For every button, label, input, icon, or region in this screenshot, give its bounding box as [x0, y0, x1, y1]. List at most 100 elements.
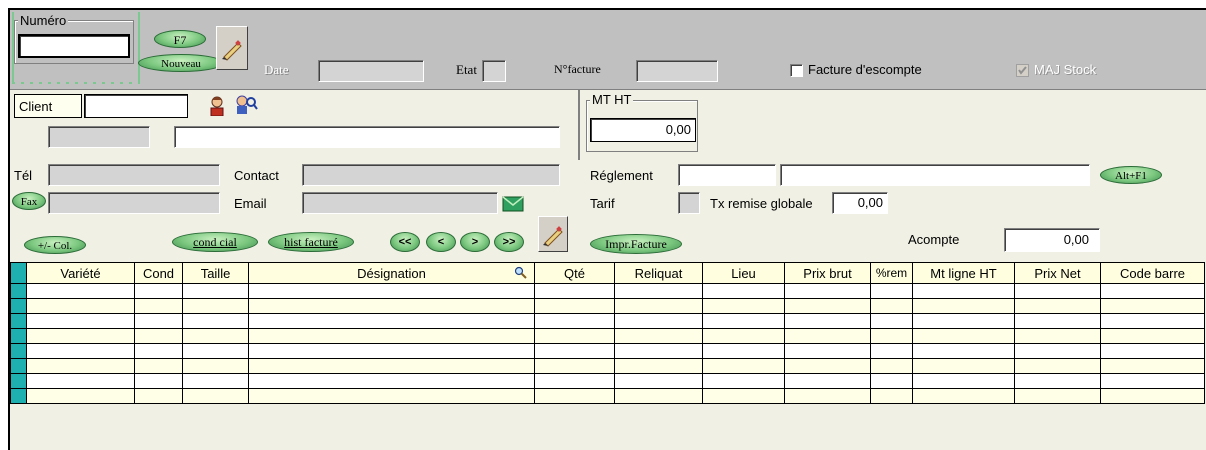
table-row[interactable]: [10, 328, 1205, 344]
column-header-code-barre[interactable]: Code barre: [1100, 262, 1205, 284]
edit-lines-button[interactable]: [538, 216, 568, 252]
table-cell[interactable]: [614, 298, 703, 314]
table-cell[interactable]: [534, 373, 615, 389]
table-cell[interactable]: [702, 328, 785, 344]
column-header-qte[interactable]: Qté: [534, 262, 615, 284]
table-cell[interactable]: [248, 388, 535, 404]
row-selector[interactable]: [10, 298, 27, 314]
table-cell[interactable]: [26, 283, 135, 299]
impr-facture-button[interactable]: Impr.Facture: [590, 234, 682, 254]
maj-stock-checkbox[interactable]: [1016, 64, 1029, 77]
table-cell[interactable]: [912, 388, 1015, 404]
table-cell[interactable]: [182, 298, 249, 314]
table-cell[interactable]: [870, 388, 913, 404]
envelope-icon[interactable]: [502, 196, 524, 212]
column-header-designation[interactable]: Désignation: [248, 262, 535, 284]
column-header-cond[interactable]: Cond: [134, 262, 183, 284]
hist-facture-button[interactable]: hist facturé: [268, 232, 354, 252]
etat-field[interactable]: [482, 60, 506, 82]
table-cell[interactable]: [134, 358, 183, 374]
f7-button[interactable]: F7: [154, 30, 206, 48]
table-cell[interactable]: [1014, 343, 1101, 359]
table-cell[interactable]: [534, 298, 615, 314]
table-cell[interactable]: [702, 343, 785, 359]
table-cell[interactable]: [1100, 328, 1205, 344]
row-selector[interactable]: [10, 388, 27, 404]
table-cell[interactable]: [1014, 373, 1101, 389]
table-cell[interactable]: [26, 328, 135, 344]
table-cell[interactable]: [784, 313, 871, 329]
table-cell[interactable]: [26, 373, 135, 389]
client-input[interactable]: [84, 94, 188, 118]
table-cell[interactable]: [534, 388, 615, 404]
column-header-lieu[interactable]: Lieu: [702, 262, 785, 284]
table-row[interactable]: [10, 298, 1205, 314]
table-cell[interactable]: [1014, 388, 1101, 404]
search-icon[interactable]: [514, 266, 528, 280]
table-cell[interactable]: [1014, 328, 1101, 344]
table-row[interactable]: [10, 388, 1205, 404]
table-row[interactable]: [10, 373, 1205, 389]
email-input[interactable]: [302, 192, 498, 214]
table-cell[interactable]: [614, 373, 703, 389]
table-cell[interactable]: [614, 313, 703, 329]
column-header-rem[interactable]: %rem: [870, 262, 913, 284]
table-cell[interactable]: [248, 373, 535, 389]
table-row[interactable]: [10, 313, 1205, 329]
table-cell[interactable]: [134, 283, 183, 299]
table-cell[interactable]: [182, 358, 249, 374]
table-cell[interactable]: [912, 313, 1015, 329]
table-cell[interactable]: [1100, 283, 1205, 299]
table-cell[interactable]: [870, 298, 913, 314]
table-cell[interactable]: [534, 328, 615, 344]
table-cell[interactable]: [784, 298, 871, 314]
table-cell[interactable]: [182, 343, 249, 359]
table-cell[interactable]: [784, 388, 871, 404]
client-code-input[interactable]: [48, 126, 150, 148]
table-cell[interactable]: [1100, 298, 1205, 314]
toggle-columns-button[interactable]: +/- Col.: [24, 236, 86, 254]
client-search-icon[interactable]: [234, 94, 258, 116]
table-cell[interactable]: [1100, 373, 1205, 389]
table-cell[interactable]: [534, 313, 615, 329]
table-row[interactable]: [10, 283, 1205, 299]
table-cell[interactable]: [912, 358, 1015, 374]
table-cell[interactable]: [702, 313, 785, 329]
table-cell[interactable]: [1014, 313, 1101, 329]
row-selector[interactable]: [10, 358, 27, 374]
table-cell[interactable]: [26, 343, 135, 359]
row-selector[interactable]: [10, 373, 27, 389]
table-cell[interactable]: [912, 343, 1015, 359]
table-cell[interactable]: [614, 388, 703, 404]
table-cell[interactable]: [614, 328, 703, 344]
table-cell[interactable]: [182, 373, 249, 389]
date-input[interactable]: [318, 60, 424, 82]
column-header-taille[interactable]: Taille: [182, 262, 249, 284]
table-cell[interactable]: [912, 373, 1015, 389]
row-selector-header[interactable]: [10, 262, 27, 284]
table-cell[interactable]: [912, 298, 1015, 314]
row-selector[interactable]: [10, 313, 27, 329]
client-person-icon[interactable]: [206, 94, 228, 116]
table-cell[interactable]: [1100, 313, 1205, 329]
table-row[interactable]: [10, 343, 1205, 359]
acompte-box[interactable]: 0,00: [1004, 228, 1100, 252]
table-cell[interactable]: [614, 343, 703, 359]
table-cell[interactable]: [614, 283, 703, 299]
table-cell[interactable]: [134, 313, 183, 329]
table-row[interactable]: [10, 358, 1205, 374]
table-cell[interactable]: [248, 298, 535, 314]
table-cell[interactable]: [702, 388, 785, 404]
table-cell[interactable]: [702, 298, 785, 314]
table-cell[interactable]: [912, 283, 1015, 299]
last-record-button[interactable]: >>: [494, 232, 524, 252]
reglement-code-input[interactable]: [678, 164, 776, 186]
table-cell[interactable]: [534, 283, 615, 299]
previous-record-button[interactable]: <: [426, 232, 456, 252]
table-cell[interactable]: [182, 313, 249, 329]
table-cell[interactable]: [534, 358, 615, 374]
table-cell[interactable]: [134, 328, 183, 344]
table-cell[interactable]: [784, 373, 871, 389]
tx-remise-box[interactable]: 0,00: [832, 192, 888, 214]
table-cell[interactable]: [784, 343, 871, 359]
